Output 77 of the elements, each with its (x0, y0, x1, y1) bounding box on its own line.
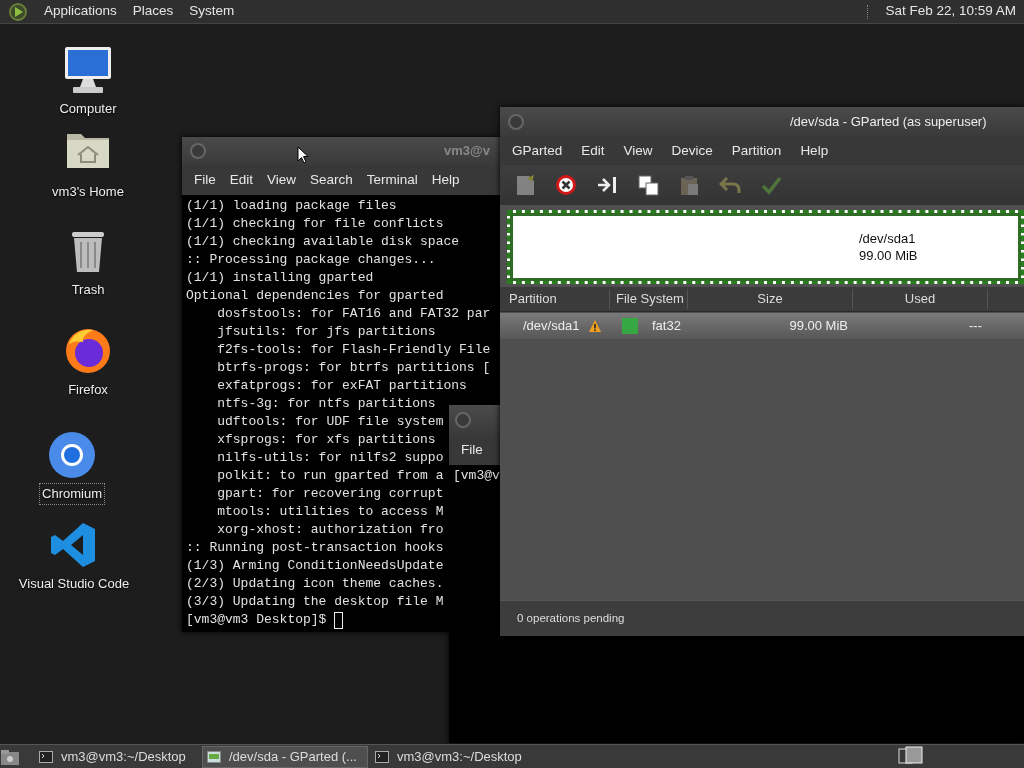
desktop-icon-label[interactable]: vm3's Home (50, 182, 126, 202)
terminal-icon (375, 750, 389, 763)
terminal-line: f2fs-tools: for Flash-Friendly File (216, 341, 491, 359)
terminal-line: (3/3) Updating the desktop file M (186, 593, 444, 611)
menu-item[interactable]: File (194, 169, 216, 191)
desktop-icon-label[interactable]: Chromium (40, 484, 104, 504)
table-cell-text: --- (968, 317, 983, 336)
window-title: vm3@v (444, 142, 491, 161)
taskbar-button[interactable]: vm3@vm3:~/Desktop (35, 745, 199, 768)
terminal-line: jfsutils: for jfs partitions (216, 323, 436, 341)
copy-icon[interactable] (637, 174, 659, 196)
clock[interactable]: Sat Feb 22, 10:59 AM (885, 1, 1016, 22)
text-cursor (334, 611, 344, 629)
taskbar-button[interactable]: /dev/sda - GParted (... (202, 745, 368, 768)
partition-name: /dev/sda1 (859, 230, 917, 247)
delete-icon[interactable] (555, 174, 577, 196)
terminal-line: udftools: for UDF file system (216, 413, 444, 431)
menu-item[interactable]: Partition (731, 140, 782, 162)
terminal-line: Optional dependencies for gparted (186, 287, 444, 305)
terminal-line: nilfs-utils: for nilfs2 suppo (216, 449, 444, 467)
table-cell-text: fat32 (652, 317, 681, 336)
desktop-icon-label[interactable]: Computer (57, 99, 119, 119)
terminal-line: [vm3@v (453, 467, 500, 485)
column-header[interactable]: Size (688, 289, 853, 309)
table-cell-text: /dev/sda1 (523, 317, 580, 336)
menu-item[interactable]: Edit (581, 140, 605, 162)
menu-item[interactable]: Device (671, 140, 713, 162)
terminal-line: xorg-xhost: authorization fro (216, 521, 444, 539)
menu-item[interactable]: GParted (512, 140, 563, 162)
panel-menu[interactable]: Applications (44, 1, 117, 22)
terminal-line: ntfs-3g: for ntfs partitions (216, 395, 436, 413)
taskbar-button[interactable]: vm3@vm3:~/Desktop (371, 745, 539, 768)
desktop-icon-label[interactable]: Firefox (66, 380, 110, 400)
menu-logo-icon[interactable] (8, 1, 28, 22)
terminal-line: xfsprogs: for xfs partitions (216, 431, 436, 449)
column-header[interactable]: File System (610, 289, 688, 309)
status-text: 0 operations pending (517, 610, 625, 626)
app-icon (207, 750, 221, 763)
window-title: /dev/sda - GParted (as superuser) (790, 113, 987, 132)
menu-item[interactable]: File (461, 439, 483, 461)
terminal-line: (1/1) checking for file conflicts (186, 215, 444, 233)
table-cell-text: 99.00 MiB (788, 317, 849, 336)
menu-item[interactable]: Search (310, 169, 353, 191)
partition-row[interactable]: /dev/sda1 fat32 99.00 MiB --- (500, 313, 1024, 339)
terminal-line: gpart: for recovering corrupt (216, 485, 444, 503)
terminal-line: :: Processing package changes... (186, 251, 436, 269)
menu-item[interactable]: View (623, 140, 653, 162)
column-header[interactable]: Used (853, 289, 988, 309)
menu-item[interactable]: Edit (229, 169, 254, 191)
terminal-line: mtools: utilities to access M (216, 503, 444, 521)
menu-item[interactable]: Help (800, 140, 829, 162)
show-desktop-icon[interactable] (0, 747, 20, 766)
menu-item[interactable]: View (267, 169, 297, 191)
resize-icon[interactable] (596, 174, 618, 196)
terminal-line: (1/1) loading package files (186, 197, 397, 215)
terminal-line: dosfstools: for FAT16 and FAT32 par (216, 305, 491, 323)
desktop-icon-label[interactable]: Visual Studio Code (16, 574, 132, 594)
terminal-line: polkit: to run gparted from a (216, 467, 444, 485)
terminal-line: :: Running post-transaction hooks (186, 539, 444, 557)
terminal-prompt: [vm3@vm3 Desktop]$ (186, 611, 327, 629)
partition-size: 99.00 MiB (859, 247, 919, 264)
disk-map[interactable]: /dev/sda1 99.00 MiB (507, 210, 1024, 284)
panel-menu[interactable]: System (189, 1, 235, 22)
menu-item[interactable]: Help (431, 169, 460, 191)
terminal-line: (1/1) installing gparted (186, 269, 374, 287)
terminal-line: btrfs-progs: for btrfs partitions [ (216, 359, 491, 377)
terminal-line: (1/3) Arming ConditionNeedsUpdate (186, 557, 444, 575)
desktop-icon-label[interactable]: Trash (69, 280, 107, 300)
terminal-line: exfatprogs: for exFAT partitions (216, 377, 467, 395)
panel-menu[interactable]: Places (132, 1, 174, 22)
pointer-icon (297, 146, 309, 164)
terminal-icon (39, 750, 53, 763)
column-header[interactable]: Partition (500, 289, 610, 309)
terminal-line: (1/1) checking available disk space (186, 233, 460, 251)
computer-icon[interactable] (63, 45, 113, 95)
menu-item[interactable]: Terminal (366, 169, 418, 191)
terminal-line: (2/3) Updating icon theme caches. (186, 575, 444, 593)
